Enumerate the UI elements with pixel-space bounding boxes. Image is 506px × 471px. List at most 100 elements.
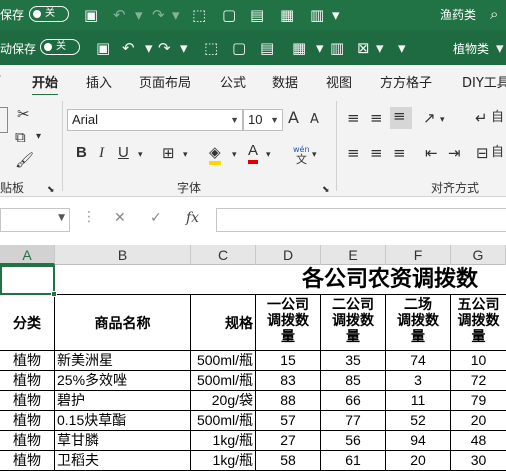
cell-farm2-qty[interactable]: 74 [386, 351, 451, 371]
font-color-dropdown-icon[interactable]: ▾ [266, 146, 271, 164]
search-icon[interactable]: ⌕ [490, 5, 498, 23]
cell-farm2-qty[interactable]: 52 [386, 411, 451, 431]
column-header-f[interactable]: F [386, 245, 451, 265]
chevron-down-icon[interactable]: ▾ [398, 39, 406, 57]
header-spec[interactable]: 规格 [191, 295, 256, 351]
confirm-icon[interactable]: ✓ [150, 210, 162, 226]
align-bottom-icon[interactable]: ≡ [390, 107, 412, 129]
cell-category[interactable]: 植物 [0, 351, 55, 371]
copy-icon[interactable]: ⧉ [15, 128, 26, 146]
paste-icon[interactable] [0, 107, 8, 133]
cell-company2-qty[interactable]: 61 [321, 451, 386, 471]
tab-fangfang[interactable]: 方方格子 [380, 72, 432, 91]
decrease-indent-icon[interactable]: ⇤ [425, 144, 438, 162]
fill-color-dropdown-icon[interactable]: ▾ [232, 146, 237, 164]
name-box[interactable]: ▼ [0, 208, 70, 232]
cell-spec[interactable]: 20g/袋 [191, 391, 256, 411]
chart-icon[interactable]: ▥ [310, 6, 324, 24]
document-icon[interactable]: ▤ [260, 39, 274, 57]
autosave-toggle[interactable]: 关 [29, 6, 69, 22]
redo-icon[interactable]: ↷ [158, 39, 171, 57]
cell-company2-qty[interactable]: 66 [321, 391, 386, 411]
redo-dropdown-icon[interactable]: ▾ [172, 6, 180, 24]
chart-icon[interactable]: ▥ [330, 39, 344, 57]
cell-product-name[interactable]: 碧护 [55, 391, 191, 411]
text-box-icon[interactable]: ⊠ [357, 39, 370, 57]
align-top-icon[interactable]: ≡ [347, 109, 360, 127]
phonetic-icon[interactable]: 文 [296, 151, 307, 169]
cell-spec[interactable]: 500ml/瓶 [191, 351, 256, 371]
header-farm2[interactable]: 二场 调拨数 量 [386, 295, 451, 351]
column-header-b[interactable]: B [55, 245, 191, 265]
cell-spec[interactable]: 1kg/瓶 [191, 451, 256, 471]
format-painter-icon[interactable]: ⬚ [204, 39, 218, 57]
font-color-icon[interactable]: A [248, 142, 258, 164]
undo-dropdown-icon[interactable]: ▾ [135, 6, 143, 24]
underline-button[interactable]: U [118, 144, 129, 162]
tab-data[interactable]: 数据 [272, 72, 298, 91]
cell-company5-qty[interactable]: 72 [451, 371, 506, 391]
shrink-font-button[interactable]: A [310, 111, 319, 129]
cell-company1-qty[interactable]: 88 [256, 391, 321, 411]
align-left-icon[interactable]: ≡ [347, 144, 360, 162]
dropdown-icon[interactable]: ▾ [376, 39, 384, 57]
cell-company1-qty[interactable]: 27 [256, 431, 321, 451]
cell-company1-qty[interactable]: 57 [256, 411, 321, 431]
cell-company1-qty[interactable]: 83 [256, 371, 321, 391]
font-name-select[interactable]: Arial ▼ [67, 109, 243, 131]
cancel-icon[interactable]: ✕ [114, 210, 126, 226]
align-center-icon[interactable]: ≡ [370, 144, 383, 162]
cell-company2-qty[interactable]: 35 [321, 351, 386, 371]
tab-diy-tools[interactable]: DIY工具 [462, 72, 506, 91]
save-icon[interactable]: ▣ [96, 39, 110, 57]
insert-function-icon[interactable]: fx [186, 210, 199, 226]
format-painter-icon[interactable]: 🖌 [15, 151, 34, 169]
italic-button[interactable]: I [99, 144, 104, 162]
cell-category[interactable]: 植物 [0, 391, 55, 411]
cell-farm2-qty[interactable]: 11 [386, 391, 451, 411]
font-size-select[interactable]: 10 ▼ [243, 109, 283, 131]
tab-insert[interactable]: 插入 [86, 72, 112, 91]
cell-company1-qty[interactable]: 15 [256, 351, 321, 371]
cell-farm2-qty[interactable]: 20 [386, 451, 451, 471]
border-dropdown-icon[interactable]: ▾ [183, 146, 188, 164]
cell-company2-qty[interactable]: 85 [321, 371, 386, 391]
autosave-toggle[interactable]: 关 [40, 39, 80, 55]
cell-category[interactable]: 植物 [0, 431, 55, 451]
column-header-g[interactable]: G [451, 245, 506, 265]
cell-spec[interactable]: 500ml/瓶 [191, 411, 256, 431]
cell-company5-qty[interactable]: 48 [451, 431, 506, 451]
cell-company2-qty[interactable]: 77 [321, 411, 386, 431]
orientation-dropdown-icon[interactable]: ▾ [440, 111, 445, 129]
cell-category[interactable]: 植物 [0, 451, 55, 471]
formula-input[interactable] [216, 208, 506, 232]
cell-spec[interactable]: 500ml/瓶 [191, 371, 256, 391]
new-file-icon[interactable]: ▢ [222, 6, 236, 24]
align-middle-icon[interactable]: ≡ [370, 109, 383, 127]
new-file-icon[interactable]: ▢ [232, 39, 246, 57]
redo-icon[interactable]: ↷ [152, 6, 165, 24]
wrap-text-label[interactable]: 自 [491, 109, 504, 127]
align-right-icon[interactable]: ≡ [393, 144, 406, 162]
redo-dropdown-icon[interactable]: ▾ [180, 39, 188, 57]
cell-product-name[interactable]: 新美洲星 [55, 351, 191, 371]
bold-button[interactable]: B [76, 144, 87, 162]
undo-icon[interactable]: ↶ [122, 39, 135, 57]
chevron-down-icon[interactable]: ▾ [332, 6, 340, 24]
cell-spec[interactable]: 1kg/瓶 [191, 431, 256, 451]
cell-product-name[interactable]: 25%多效唑 [55, 371, 191, 391]
cell-category[interactable]: 植物 [0, 371, 55, 391]
header-company5[interactable]: 五公司 调拨数 量 [451, 295, 506, 351]
cell-company2-qty[interactable]: 56 [321, 431, 386, 451]
merge-center-label[interactable]: 自 [491, 144, 504, 162]
cell-company5-qty[interactable]: 10 [451, 351, 506, 371]
cell-product-name[interactable]: 草甘膦 [55, 431, 191, 451]
border-icon[interactable]: ⊞ [162, 144, 175, 162]
cell-product-name[interactable]: 0.15炔草酯 [55, 411, 191, 431]
grow-font-button[interactable]: A [288, 109, 299, 127]
merge-center-icon[interactable]: ⊟ [476, 144, 489, 162]
undo-dropdown-icon[interactable]: ▾ [145, 39, 153, 57]
cut-icon[interactable]: ✂ [17, 105, 30, 123]
sheet-title[interactable]: 各公司农资调拨数 [55, 265, 506, 295]
column-header-d[interactable]: D [256, 245, 321, 265]
